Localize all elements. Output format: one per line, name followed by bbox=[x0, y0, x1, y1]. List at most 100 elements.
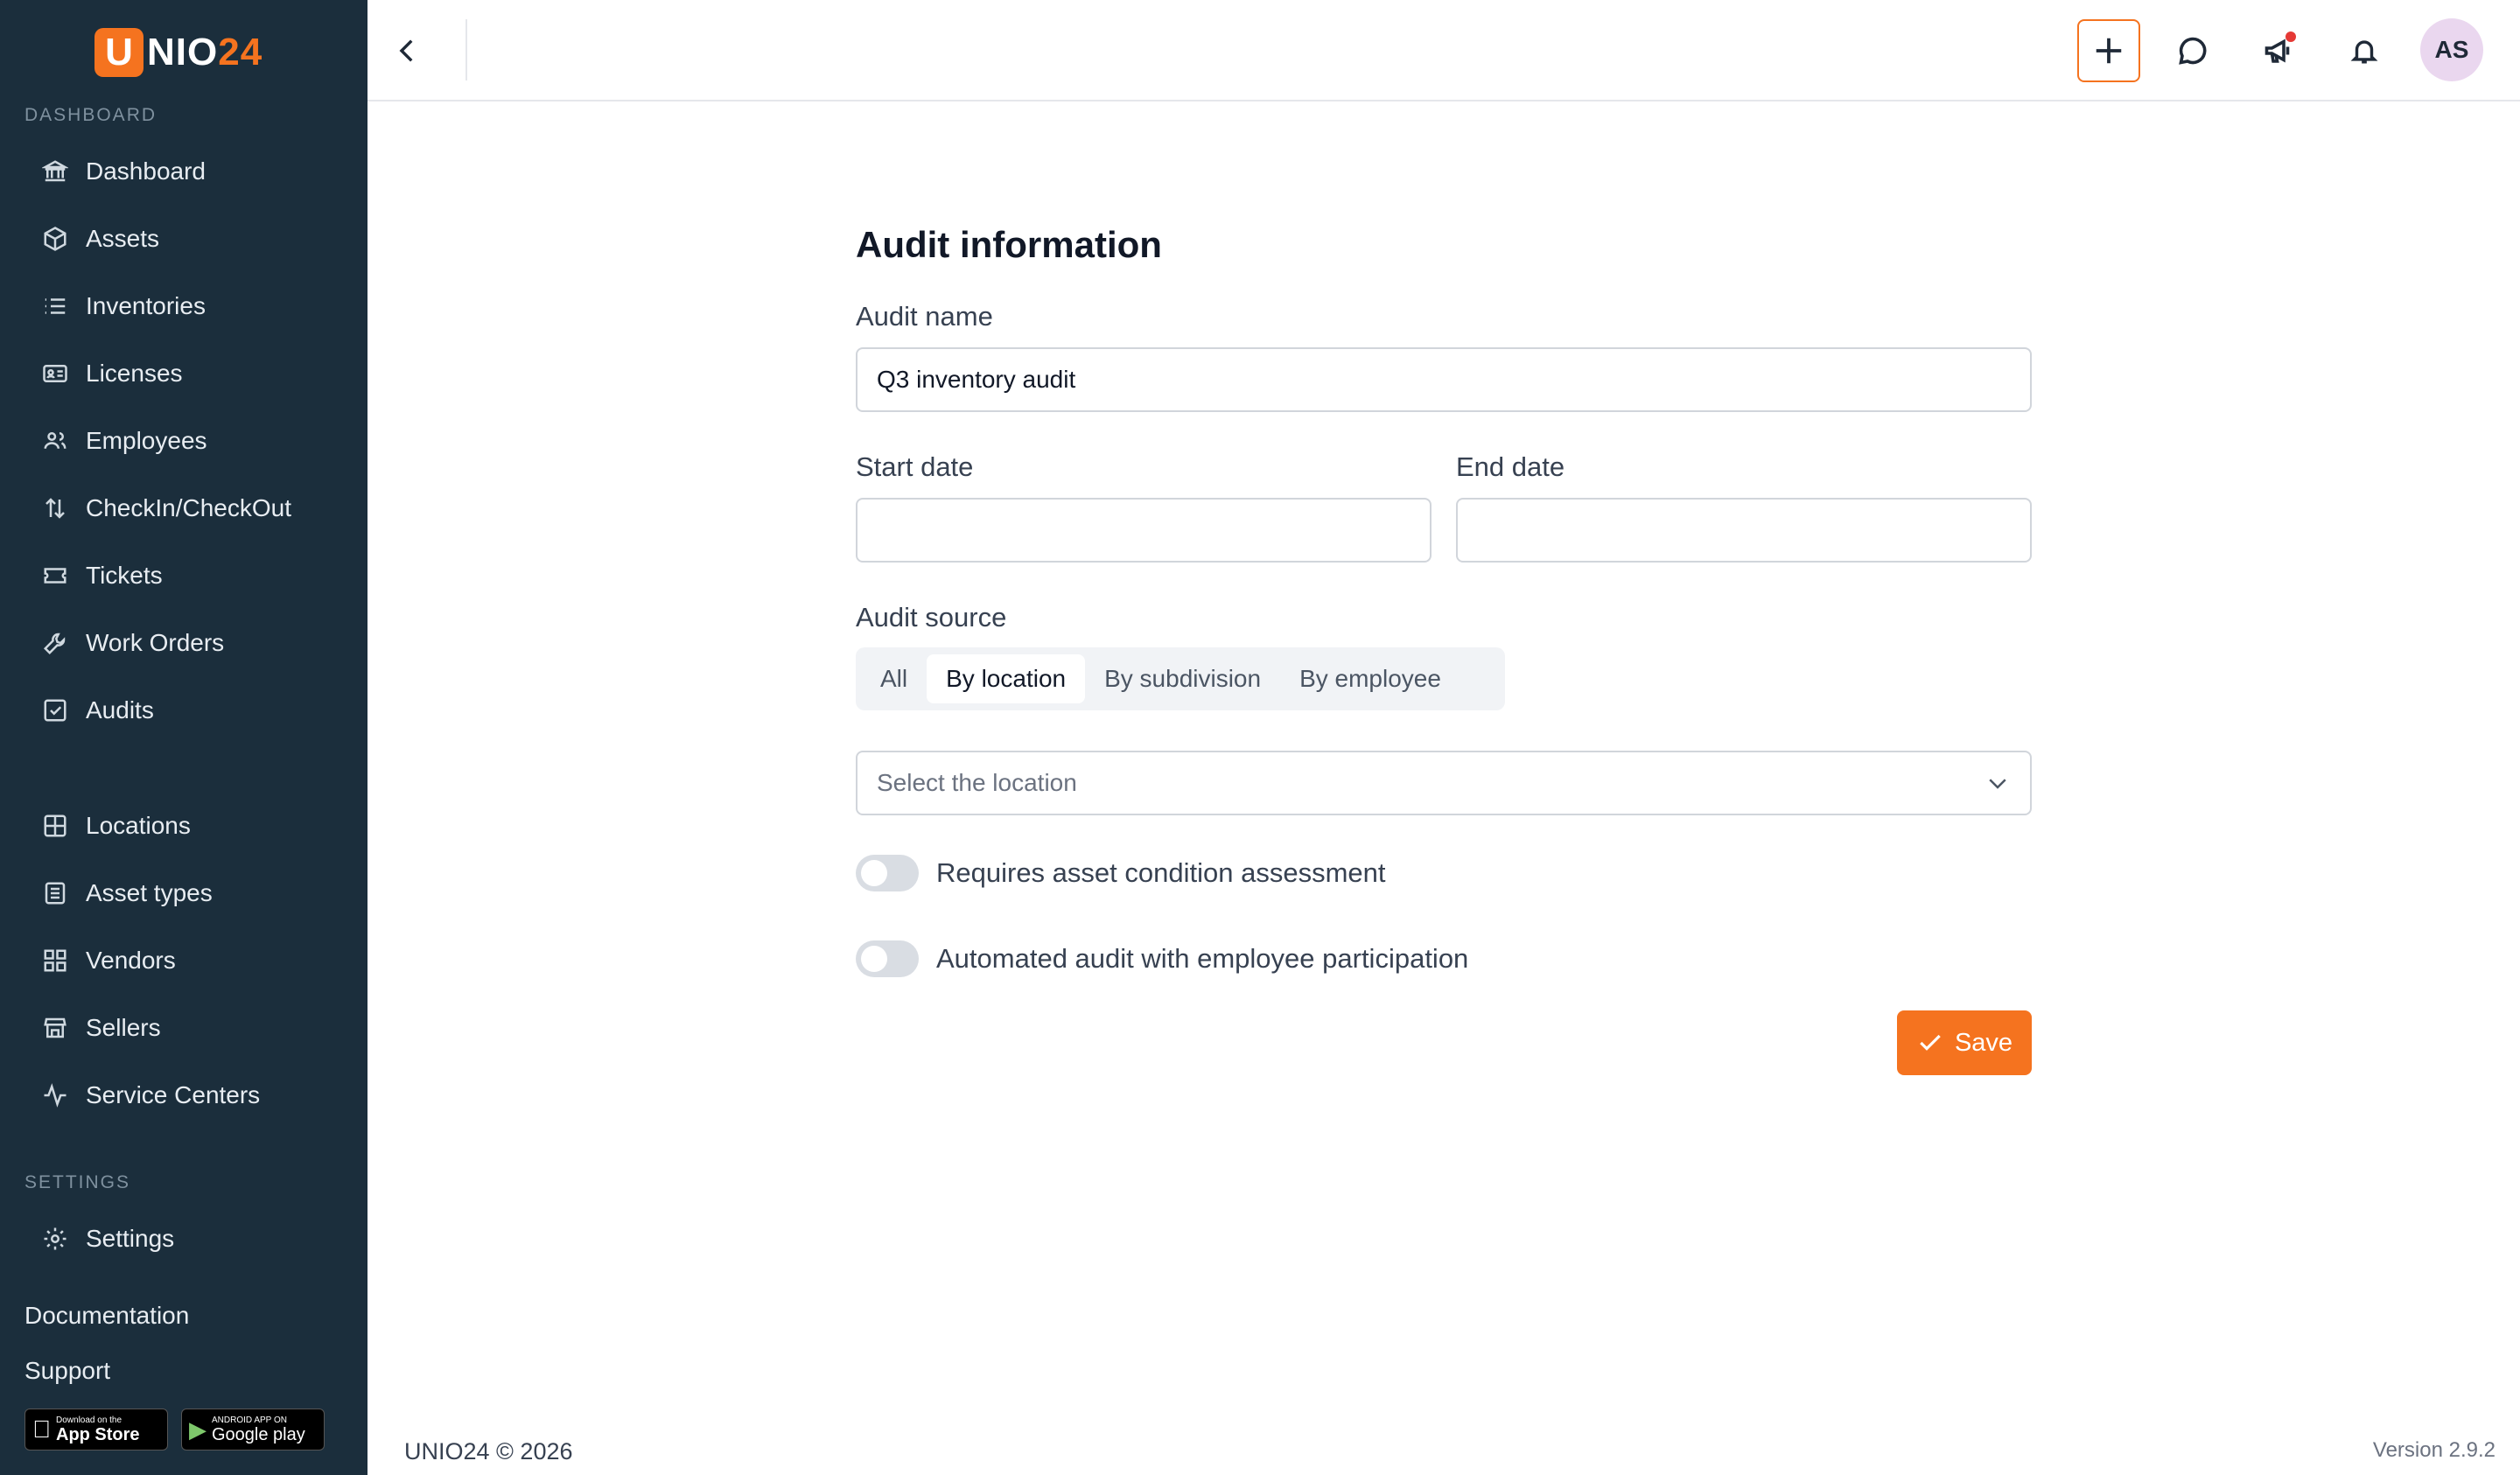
sidebar-item-dashboard[interactable]: Dashboard bbox=[38, 147, 206, 196]
checkbox-icon bbox=[38, 694, 72, 727]
footer-version: Version 2.9.2 bbox=[2372, 1438, 2496, 1462]
gear-icon bbox=[38, 1222, 72, 1255]
add-button[interactable] bbox=[2077, 19, 2140, 82]
documentation-link[interactable]: Documentation bbox=[24, 1302, 189, 1330]
sidebar-item-sellers[interactable]: Sellers bbox=[38, 1003, 161, 1052]
sidebar-item-label: Assets bbox=[86, 225, 160, 252]
app-store-button[interactable]:  Download on the App Store bbox=[24, 1409, 168, 1451]
logo-mark: U bbox=[94, 28, 144, 77]
sidebar-item-assets[interactable]: Assets bbox=[38, 214, 159, 263]
store-icon bbox=[38, 1011, 72, 1045]
audit-name-input[interactable]: Q3 inventory audit bbox=[856, 347, 2032, 412]
sidebar-item-label: Settings bbox=[86, 1225, 175, 1252]
apple-icon:  bbox=[32, 1416, 51, 1444]
sidebar-item-tickets[interactable]: Tickets bbox=[38, 551, 163, 600]
arrows-updown-icon bbox=[38, 492, 72, 525]
google-play-button[interactable]: ▶ ANDROID APP ON Google play bbox=[181, 1409, 325, 1451]
bell-icon bbox=[2350, 40, 2378, 64]
sidebar-item-label: Tickets bbox=[86, 562, 163, 589]
sidebar-item-label: Employees bbox=[86, 427, 207, 454]
source-option-by-subdivision[interactable]: By subdivision bbox=[1085, 654, 1280, 703]
user-avatar[interactable]: AS bbox=[2420, 18, 2483, 81]
sidebar-item-locations[interactable]: Locations bbox=[38, 801, 191, 850]
automated-audit-toggle[interactable] bbox=[856, 940, 919, 977]
cube-icon bbox=[38, 222, 72, 255]
chat-icon bbox=[2179, 37, 2207, 65]
save-button-label: Save bbox=[1954, 1028, 2013, 1057]
id-card-icon bbox=[38, 357, 72, 390]
activity-icon bbox=[38, 1079, 72, 1112]
sidebar-item-label: CheckIn/CheckOut bbox=[86, 494, 291, 521]
sidebar-item-service-centers[interactable]: Service Centers bbox=[38, 1071, 260, 1120]
start-date-label: Start date bbox=[856, 451, 974, 482]
sidebar-item-label: Service Centers bbox=[86, 1081, 261, 1108]
audit-source-label: Audit source bbox=[856, 602, 1007, 633]
play-icon: ▶ bbox=[189, 1416, 206, 1443]
users-icon bbox=[38, 424, 72, 458]
notifications-button[interactable] bbox=[2333, 19, 2396, 82]
section-label-dashboard: DASHBOARD bbox=[24, 105, 158, 125]
google-play-text: ANDROID APP ON Google play bbox=[212, 1415, 305, 1444]
sidebar: U NIO24 DASHBOARD Dashboard Assets Inven… bbox=[0, 0, 368, 1475]
condition-assessment-row: Requires asset condition assessment bbox=[856, 855, 1385, 891]
sidebar-item-label: Licenses bbox=[86, 360, 183, 387]
ticket-icon bbox=[38, 559, 72, 592]
list-icon bbox=[38, 290, 72, 323]
automated-audit-row: Automated audit with employee participat… bbox=[856, 940, 1468, 977]
audit-name-label: Audit name bbox=[856, 301, 993, 332]
sidebar-item-label: Vendors bbox=[86, 947, 176, 974]
divider bbox=[466, 19, 467, 80]
sidebar-item-checkin-checkout[interactable]: CheckIn/CheckOut bbox=[38, 484, 291, 533]
app-root: U NIO24 DASHBOARD Dashboard Assets Inven… bbox=[0, 0, 2520, 1475]
bank-icon bbox=[38, 155, 72, 188]
source-option-by-location[interactable]: By location bbox=[927, 654, 1086, 703]
sidebar-item-label: Asset types bbox=[86, 879, 213, 906]
sidebar-item-vendors[interactable]: Vendors bbox=[38, 936, 176, 985]
wrench-icon bbox=[38, 626, 72, 660]
chevron-down-icon bbox=[1989, 779, 2006, 789]
audit-source-selector: All By location By subdivision By employ… bbox=[856, 647, 1505, 710]
sidebar-item-label: Work Orders bbox=[86, 629, 225, 656]
save-button[interactable]: Save bbox=[1897, 1010, 2032, 1075]
chevron-left-icon bbox=[399, 39, 413, 62]
automated-audit-label: Automated audit with employee participat… bbox=[936, 943, 1469, 974]
source-option-all[interactable]: All bbox=[861, 654, 927, 703]
check-icon bbox=[1920, 1034, 1941, 1051]
notification-dot bbox=[2286, 31, 2296, 42]
sidebar-item-licenses[interactable]: Licenses bbox=[38, 349, 183, 398]
sidebar-item-inventories[interactable]: Inventories bbox=[38, 282, 206, 331]
support-link[interactable]: Support bbox=[24, 1357, 110, 1385]
plus-icon bbox=[2096, 38, 2122, 64]
sidebar-item-label: Sellers bbox=[86, 1014, 161, 1041]
sidebar-item-label: Inventories bbox=[86, 292, 206, 319]
end-date-input[interactable] bbox=[1456, 498, 2032, 563]
sidebar-item-employees[interactable]: Employees bbox=[38, 416, 207, 465]
condition-assessment-toggle[interactable] bbox=[856, 855, 919, 891]
sidebar-item-settings[interactable]: Settings bbox=[38, 1214, 174, 1263]
grid-icon bbox=[38, 809, 72, 842]
location-select-placeholder: Select the location bbox=[877, 769, 1077, 796]
toggle-knob bbox=[861, 946, 887, 972]
sidebar-item-label: Dashboard bbox=[86, 157, 206, 185]
chat-button[interactable] bbox=[2161, 19, 2224, 82]
app-store-text: Download on the App Store bbox=[38, 1415, 140, 1444]
start-date-input[interactable] bbox=[856, 498, 1432, 563]
announcements-button[interactable] bbox=[2247, 19, 2310, 82]
sidebar-item-label: Locations bbox=[86, 812, 191, 839]
audit-name-value: Q3 inventory audit bbox=[877, 366, 1076, 393]
brand-logo[interactable]: U NIO24 bbox=[94, 28, 262, 77]
apps-icon bbox=[38, 944, 72, 977]
condition-assessment-label: Requires asset condition assessment bbox=[936, 857, 1386, 888]
source-option-by-employee[interactable]: By employee bbox=[1280, 654, 1460, 703]
logo-wordmark: NIO24 bbox=[147, 31, 263, 73]
sidebar-item-audits[interactable]: Audits bbox=[38, 686, 154, 735]
footer-copyright: UNIO24 © 2026 bbox=[404, 1438, 573, 1465]
sidebar-item-label: Audits bbox=[86, 696, 154, 724]
document-icon bbox=[38, 877, 72, 910]
location-select[interactable]: Select the location bbox=[856, 751, 2032, 815]
back-button[interactable] bbox=[380, 23, 436, 79]
section-label-settings: SETTINGS bbox=[24, 1172, 131, 1192]
sidebar-item-asset-types[interactable]: Asset types bbox=[38, 869, 213, 918]
sidebar-item-work-orders[interactable]: Work Orders bbox=[38, 619, 224, 668]
form-title: Audit information bbox=[856, 224, 1162, 265]
